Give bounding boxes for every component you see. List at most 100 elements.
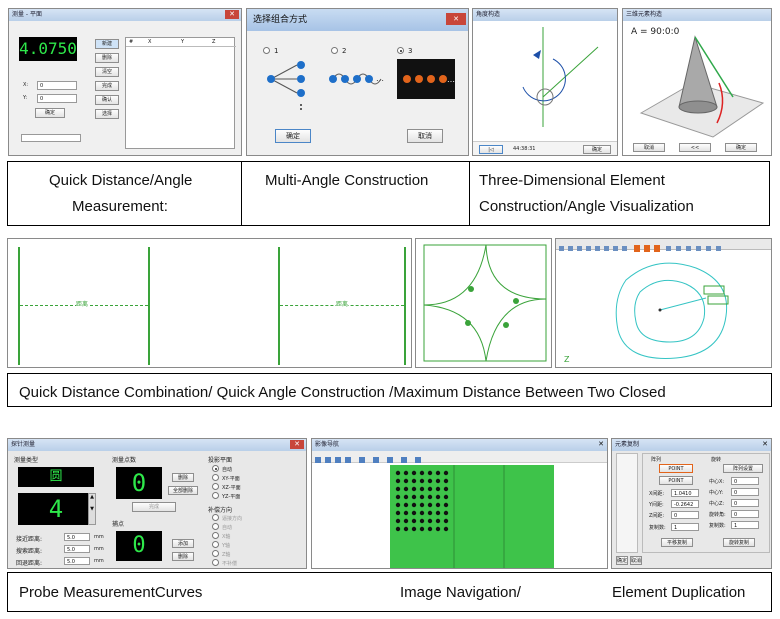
hole-mark bbox=[395, 486, 401, 492]
hole-mark bbox=[403, 510, 409, 516]
projection-radio[interactable] bbox=[212, 483, 219, 490]
option-radio-1[interactable] bbox=[263, 47, 270, 54]
center-y-field[interactable]: 0 bbox=[731, 488, 759, 496]
status-bar: |◁ 44:38:31 确定 bbox=[473, 141, 617, 155]
clear-button[interactable]: 清空 bbox=[95, 67, 119, 77]
projection-option: XZ-平面 bbox=[222, 485, 241, 491]
compensation-radio[interactable] bbox=[212, 541, 219, 548]
hole-mark bbox=[403, 486, 409, 492]
window-title: 角度构造 bbox=[473, 9, 617, 21]
dimension-label: 距离 bbox=[76, 299, 89, 308]
points-table[interactable]: # X Y Z bbox=[125, 37, 236, 149]
remove-button[interactable]: 删除 bbox=[172, 552, 194, 561]
close-icon[interactable]: ✕ bbox=[290, 440, 304, 449]
element-duplication-window: 元素复制 ✕ 阵列 旋转 POINT POINT 阵列设置 X间距: 1.041… bbox=[611, 438, 772, 569]
array-label: 阵列 bbox=[651, 457, 662, 463]
translate-copy-button[interactable]: 平移复制 bbox=[661, 538, 693, 547]
option-radio-2[interactable] bbox=[331, 47, 338, 54]
y-field[interactable]: 0 bbox=[37, 94, 77, 103]
array-settings-button[interactable]: 阵列设置 bbox=[723, 464, 763, 473]
edge-line bbox=[148, 247, 150, 365]
select-button[interactable]: 选择 bbox=[95, 109, 119, 119]
cancel-button[interactable]: 取消 bbox=[407, 129, 443, 143]
rotate-angle-field[interactable]: 0 bbox=[731, 510, 759, 518]
center-x-field[interactable]: 0 bbox=[731, 477, 759, 485]
cancel-button[interactable]: 取消 bbox=[630, 556, 642, 565]
rotate-copy-button[interactable]: 旋转复制 bbox=[723, 538, 755, 547]
close-icon[interactable]: ✕ bbox=[446, 13, 466, 25]
confirm-button[interactable]: 确定 bbox=[275, 129, 311, 143]
point-button-a[interactable]: POINT bbox=[659, 464, 693, 473]
close-icon[interactable]: ✕ bbox=[598, 440, 604, 448]
hole-mark bbox=[395, 470, 401, 476]
point-button-b[interactable]: POINT bbox=[659, 476, 693, 485]
retract-distance-field[interactable]: 5.0 bbox=[64, 557, 90, 565]
measure-type-label: 测量类型 bbox=[14, 457, 39, 464]
window-title: 影像导航 bbox=[312, 439, 607, 451]
spin-icon[interactable]: ▲ ▼ bbox=[88, 493, 96, 525]
rotate-label: 旋转 bbox=[711, 457, 722, 463]
probe-measurement-window: 探针测量 ✕ 测量类型 圆 4 ▲ ▼ 接近距离: 5.0 mm 搜索距离: 5.… bbox=[7, 438, 307, 569]
projection-radio[interactable] bbox=[212, 492, 219, 499]
hole-mark bbox=[435, 502, 441, 508]
navigation-image[interactable] bbox=[390, 465, 554, 568]
close-icon[interactable]: ✕ bbox=[225, 10, 239, 19]
hole-mark bbox=[443, 494, 449, 500]
caption-row-3: Probe MeasurementCurves Image Navigation… bbox=[7, 572, 772, 612]
hole-mark bbox=[395, 518, 401, 524]
image-navigation-window: 影像导航 ✕ bbox=[311, 438, 608, 569]
copy-count-field[interactable]: 1 bbox=[671, 523, 699, 531]
caption-3d-line2: Construction/Angle Visualization bbox=[479, 198, 694, 215]
edge-line bbox=[404, 247, 406, 365]
confirm-button[interactable]: 确定 bbox=[583, 145, 611, 154]
delete-button[interactable]: 删除 bbox=[95, 53, 119, 63]
row-label: 中心Y: bbox=[709, 490, 724, 496]
compensation-radio[interactable] bbox=[212, 559, 219, 566]
delete-button[interactable]: 删除 bbox=[172, 473, 194, 482]
mode-select[interactable] bbox=[21, 134, 81, 142]
x-spacing-field[interactable]: 1.0410 bbox=[671, 489, 699, 497]
confirm-button[interactable]: 确定 bbox=[35, 108, 65, 118]
search-distance-field[interactable]: 5.0 bbox=[64, 545, 90, 553]
hole-mark bbox=[427, 502, 433, 508]
back-button[interactable]: << bbox=[679, 143, 711, 152]
x-field[interactable]: 0 bbox=[37, 81, 77, 90]
ok-button[interactable]: 确定 bbox=[616, 556, 628, 565]
hole-mark bbox=[411, 494, 417, 500]
hole-mark bbox=[427, 478, 433, 484]
hole-mark bbox=[435, 478, 441, 484]
hole-mark bbox=[435, 518, 441, 524]
center-z-field[interactable]: 0 bbox=[731, 499, 759, 507]
col-header: Y bbox=[181, 39, 185, 45]
row-label: Y间距: bbox=[649, 502, 664, 508]
hole-mark bbox=[403, 518, 409, 524]
compensation-radio[interactable] bbox=[212, 532, 219, 539]
nav-icon[interactable]: |◁ bbox=[479, 145, 503, 154]
delete-all-button[interactable]: 全部删除 bbox=[168, 486, 198, 495]
col-header: Z bbox=[212, 39, 216, 45]
svg-text:Z: Z bbox=[564, 355, 570, 364]
finish-button[interactable]: 完成 bbox=[132, 502, 176, 512]
ok-button[interactable]: 确认 bbox=[95, 95, 119, 105]
confirm-button[interactable]: 确定 bbox=[725, 143, 757, 152]
approach-distance-field[interactable]: 5.0 bbox=[64, 533, 90, 541]
option-radio-3[interactable] bbox=[397, 47, 404, 54]
cancel-button[interactable]: 取消 bbox=[633, 143, 665, 152]
add-button[interactable]: 添加 bbox=[172, 539, 194, 548]
compensation-radio[interactable] bbox=[212, 514, 219, 521]
compensation-radio[interactable] bbox=[212, 550, 219, 557]
duplication-panel: 阵列 旋转 POINT POINT 阵列设置 X间距: 1.0410 Y间距: … bbox=[642, 453, 770, 553]
z-spacing-field[interactable]: 0 bbox=[671, 511, 699, 519]
close-icon[interactable]: ✕ bbox=[762, 440, 768, 448]
rotate-count-field[interactable]: 1 bbox=[731, 521, 759, 529]
finish-button[interactable]: 完成 bbox=[95, 81, 119, 91]
hole-mark bbox=[427, 518, 433, 524]
projection-radio[interactable] bbox=[212, 465, 219, 472]
projection-radio[interactable] bbox=[212, 474, 219, 481]
edge-line bbox=[278, 247, 280, 365]
y-spacing-field[interactable]: -0.2642 bbox=[671, 500, 699, 508]
new-button[interactable]: 新建 bbox=[95, 39, 119, 49]
sequence-diagram-icon: … bbox=[397, 59, 455, 99]
compensation-radio[interactable] bbox=[212, 523, 219, 530]
element-list[interactable] bbox=[616, 453, 638, 553]
